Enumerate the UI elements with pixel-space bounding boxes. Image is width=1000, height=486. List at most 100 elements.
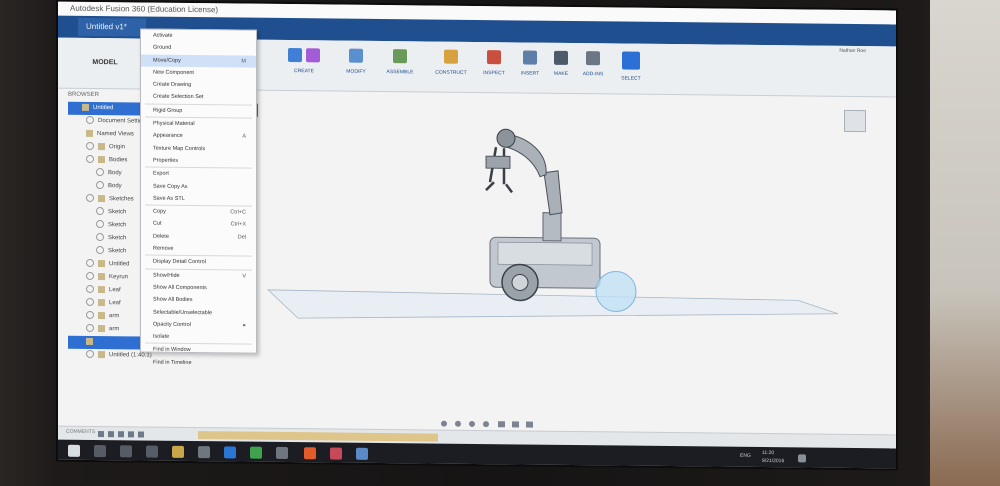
menu-item-export[interactable]: Export xyxy=(141,168,256,182)
visibility-icon[interactable] xyxy=(96,168,104,177)
menu-item-copy[interactable]: Copy Ctrl+C xyxy=(141,206,256,220)
menu-item-rigid-group[interactable]: Rigid Group xyxy=(141,104,256,118)
viewcube-icon[interactable] xyxy=(844,109,866,133)
tree-row[interactable] xyxy=(68,335,146,350)
timeline-start-icon[interactable] xyxy=(98,431,104,438)
media-app-icon[interactable] xyxy=(276,446,288,460)
menu-item-properties[interactable]: Properties xyxy=(141,154,256,168)
clock-time[interactable]: 11:20 xyxy=(762,450,774,456)
menu-item-cut[interactable]: Cut Ctrl+X xyxy=(141,218,256,232)
timeline-play-icon[interactable] xyxy=(118,431,124,438)
edge-browser-icon[interactable] xyxy=(224,446,236,459)
menu-item-opacity-control[interactable]: Opacity Control ▸ xyxy=(141,318,256,332)
settings-gear-icon[interactable] xyxy=(146,445,158,458)
viewports-icon[interactable] xyxy=(526,421,533,428)
visibility-icon[interactable] xyxy=(86,285,94,294)
menu-item-appearance[interactable]: Appearance A xyxy=(141,130,256,144)
clock-date[interactable]: 9/21/2016 xyxy=(762,458,784,464)
visibility-icon[interactable] xyxy=(86,142,94,151)
timeline-next-icon[interactable] xyxy=(128,431,134,438)
menu-item-save-as-stl[interactable]: Save As STL xyxy=(141,192,256,206)
visibility-icon[interactable] xyxy=(96,220,104,229)
menu-item-show-all-bodies[interactable]: Show All Bodies xyxy=(141,294,256,308)
timeline-prev-icon[interactable] xyxy=(108,431,114,438)
menu-item-physical-material[interactable]: Physical Material xyxy=(141,118,256,132)
screen: Autodesk Fusion 360 (Education License) … xyxy=(58,1,896,469)
menu-item-selectable-unselectable[interactable]: Selectable/Unselectable xyxy=(141,306,256,320)
assemble-group[interactable]: ASSEMBLE xyxy=(380,47,420,87)
visibility-icon[interactable] xyxy=(96,233,104,242)
component-icon xyxy=(82,103,89,111)
front-wheel-selected[interactable] xyxy=(595,270,637,312)
input-language[interactable]: ENG xyxy=(740,453,751,459)
notifications-icon[interactable] xyxy=(798,454,806,463)
timeline-feature-strip[interactable] xyxy=(198,431,438,442)
file-explorer-icon[interactable] xyxy=(172,445,184,458)
visibility-icon[interactable] xyxy=(86,259,94,268)
menu-item-remove[interactable]: Remove xyxy=(141,243,256,257)
menu-item-show-hide[interactable]: Show/Hide V xyxy=(141,269,256,283)
menu-item-delete[interactable]: Delete Del xyxy=(141,230,256,244)
select-group[interactable]: SELECT xyxy=(616,49,646,89)
visibility-icon[interactable] xyxy=(86,194,94,203)
create-group[interactable]: CREATE xyxy=(286,46,322,86)
app-icon[interactable] xyxy=(330,447,342,460)
fit-icon[interactable] xyxy=(483,421,489,428)
document-tab[interactable]: Untitled v1* xyxy=(78,17,146,37)
task-view-icon[interactable] xyxy=(120,445,132,458)
visibility-icon[interactable] xyxy=(96,181,104,190)
menu-item-texture-map-controls[interactable]: Texture Map Controls xyxy=(141,142,256,156)
visibility-icon[interactable] xyxy=(96,207,104,216)
visibility-icon[interactable] xyxy=(96,246,104,255)
orbit-icon[interactable] xyxy=(441,420,447,427)
menu-item-move-copy[interactable]: Move/Copy M xyxy=(141,54,256,68)
user-name[interactable]: Nathan Roe xyxy=(839,48,866,54)
workspace-mode-button[interactable]: MODEL xyxy=(66,46,144,81)
chrome-browser-icon[interactable] xyxy=(250,446,262,459)
menu-item-ground[interactable]: Ground xyxy=(141,42,256,56)
fusion-360-icon[interactable] xyxy=(304,447,316,460)
modify-group[interactable]: MODIFY xyxy=(336,47,376,87)
menu-item-show-all-components[interactable]: Show All Components xyxy=(141,281,256,295)
menu-item-create-drawing[interactable]: Create Drawing xyxy=(141,79,256,93)
3d-viewport[interactable] xyxy=(258,90,896,431)
visibility-icon[interactable] xyxy=(86,324,94,333)
menu-item-activate[interactable]: Activate xyxy=(141,29,256,43)
arm-wrist-joint[interactable] xyxy=(496,128,516,148)
search-icon[interactable] xyxy=(94,444,106,458)
visibility-icon[interactable] xyxy=(86,298,94,307)
folder-icon xyxy=(98,142,105,151)
grid-settings-icon[interactable] xyxy=(512,421,519,428)
insert-group[interactable]: INSERT xyxy=(514,48,546,88)
store-icon[interactable] xyxy=(198,446,210,459)
menu-item-save-copy-as[interactable]: Save Copy As xyxy=(141,180,256,194)
visibility-icon[interactable] xyxy=(86,155,94,164)
nav-tools[interactable] xyxy=(438,419,568,430)
make-group[interactable]: MAKE xyxy=(548,49,574,89)
photos-icon[interactable] xyxy=(356,447,368,460)
zoom-icon[interactable] xyxy=(469,420,475,427)
select-arrow-icon xyxy=(622,51,640,70)
visibility-icon[interactable] xyxy=(86,350,94,359)
windows-start-icon[interactable] xyxy=(68,444,80,457)
menu-item-isolate[interactable]: Isolate xyxy=(141,331,256,345)
menu-item-create-selection-set[interactable]: Create Selection Set xyxy=(141,91,256,105)
menu-item-find-in-timeline[interactable]: Find in Timeline xyxy=(141,356,256,370)
visibility-icon[interactable] xyxy=(86,272,94,281)
display-settings-icon[interactable] xyxy=(498,421,505,428)
visibility-icon[interactable] xyxy=(86,311,94,320)
robot-model-canvas[interactable] xyxy=(258,90,896,431)
construct-group[interactable]: CONSTRUCT xyxy=(428,47,474,87)
timeline-end-icon[interactable] xyxy=(138,431,144,438)
assemble-group-label: ASSEMBLE xyxy=(386,69,414,76)
menu-item-new-component[interactable]: New Component xyxy=(141,66,256,80)
menu-item-display-detail-control[interactable]: Display Detail Control xyxy=(141,256,256,270)
arm-base[interactable] xyxy=(542,212,562,242)
add-ins-group[interactable]: ADD-INS xyxy=(578,49,608,89)
arm-lower-link[interactable] xyxy=(543,170,563,216)
pan-icon[interactable] xyxy=(455,420,461,427)
inspect-group[interactable]: INSPECT xyxy=(476,48,512,88)
menu-item-find-in-window[interactable]: Find in Window xyxy=(141,344,256,358)
rear-wheel-hub xyxy=(511,273,529,291)
gripper-claw[interactable] xyxy=(485,146,513,194)
